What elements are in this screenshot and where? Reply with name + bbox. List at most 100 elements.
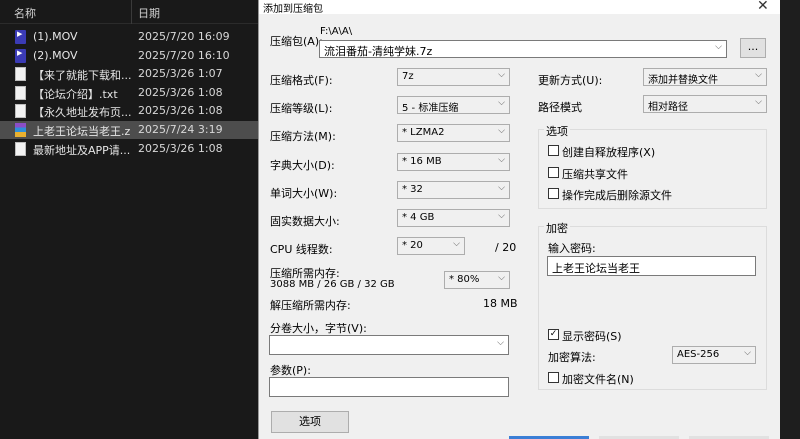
title-bar: 添加到压缩包 ✕ (259, 0, 781, 15)
chevron-down-icon: ⌵ (498, 155, 505, 165)
file-date: 2025/3/26 1:08 (138, 104, 223, 118)
file-row[interactable]: (2).MOV 2025/7/20 16:10 (0, 47, 258, 65)
mov-file-icon (15, 30, 26, 44)
file-name: 【论坛介绍】.txt (33, 87, 118, 101)
column-name-header[interactable]: 名称 (14, 5, 36, 21)
format-value: 7z (402, 71, 414, 82)
chevron-down-icon: ⌵ (498, 126, 505, 136)
browse-button[interactable]: ... (740, 38, 766, 58)
dict-value: * 16 MB (402, 156, 442, 167)
chevron-down-icon: ⌵ (498, 211, 505, 221)
shared-checkbox[interactable] (548, 167, 559, 178)
text-file-icon (15, 85, 26, 100)
file-row[interactable]: 【来了就能下载和... 2025/3/26 1:07 (0, 65, 258, 83)
chevron-down-icon: ⌵ (498, 273, 505, 283)
file-date: 2025/3/26 1:08 (138, 85, 223, 99)
word-select[interactable]: * 32 ⌵ (397, 181, 510, 199)
encryption-group-title: 加密 (544, 220, 570, 236)
chevron-down-icon[interactable]: ⌵ (715, 42, 722, 52)
encrypt-names-checkbox[interactable] (548, 372, 559, 383)
level-label: 压缩等级(L): (270, 102, 333, 115)
archive-label: 压缩包(A): (270, 35, 323, 48)
threads-value: * 20 (402, 240, 423, 251)
password-label: 输入密码: (548, 242, 596, 255)
options-button[interactable]: 选项 (271, 411, 349, 433)
mem-comp-detail: 3088 MB / 26 GB / 32 GB (270, 279, 395, 290)
update-mode-select[interactable]: 添加并替换文件 ⌵ (643, 68, 767, 86)
show-password-checkbox[interactable]: ✓ (548, 329, 559, 340)
mov-file-icon (15, 48, 26, 63)
file-name: 最新地址及APP请... (33, 143, 131, 157)
column-separator[interactable] (131, 0, 132, 24)
solid-select[interactable]: * 4 GB ⌵ (397, 209, 510, 227)
mem-decomp-label: 解压缩所需内存: (270, 299, 351, 312)
file-row[interactable]: (1).MOV 2025/7/20 16:09 (0, 28, 258, 46)
sfx-checkbox[interactable] (548, 145, 559, 156)
word-value: * 32 (402, 184, 423, 195)
file-row[interactable]: 【永久地址发布页... 2025/3/26 1:08 (0, 102, 258, 120)
file-date: 2025/7/24 3:19 (138, 123, 223, 136)
mem-percent-value: * 80% (449, 274, 480, 285)
chevron-down-icon: ⌵ (498, 183, 505, 193)
file-row[interactable]: 最新地址及APP请... 2025/3/26 1:08 (0, 140, 258, 158)
archive-path: F:\A\A\ (320, 26, 353, 37)
format-select[interactable]: 7z ⌵ (397, 68, 510, 86)
password-input[interactable]: 上老王论坛当老王 (547, 256, 756, 276)
threads-select[interactable]: * 20 ⌵ (397, 237, 465, 255)
delete-source-label: 操作完成后删除源文件 (562, 189, 672, 202)
file-name: (2).MOV (33, 48, 78, 62)
sfx-label: 创建自释放程序(X) (562, 146, 656, 159)
threads-total: / 20 (495, 241, 517, 254)
background-window (780, 0, 800, 439)
file-name: 上老王论坛当老王.z... (33, 125, 131, 138)
options-group-title: 选项 (544, 123, 570, 139)
dialog-title: 添加到压缩包 (263, 4, 323, 15)
params-label: 参数(P): (270, 364, 311, 377)
close-icon[interactable]: ✕ (757, 0, 769, 14)
dict-label: 字典大小(D): (270, 159, 335, 172)
password-value: 上老王论坛当老王 (552, 262, 640, 275)
path-mode-label: 路径模式 (538, 101, 582, 114)
chevron-down-icon: ⌵ (755, 70, 762, 80)
file-row[interactable]: 上老王论坛当老王.z... 2025/7/24 3:19 (0, 121, 258, 139)
delete-source-checkbox[interactable] (548, 188, 559, 199)
params-input[interactable] (269, 377, 509, 397)
mem-percent-select[interactable]: * 80% ⌵ (444, 271, 510, 289)
file-row[interactable]: 【论坛介绍】.txt 2025/3/26 1:08 (0, 84, 258, 102)
column-date-header[interactable]: 日期 (138, 5, 160, 21)
file-list-header: 名称 日期 (0, 0, 258, 24)
shared-label: 压缩共享文件 (562, 168, 628, 181)
dict-select[interactable]: * 16 MB ⌵ (397, 153, 510, 171)
chevron-down-icon: ⌵ (744, 348, 751, 358)
chevron-down-icon: ⌵ (453, 239, 460, 249)
method-label: 压缩方法(M): (270, 130, 336, 143)
chevron-down-icon: ⌵ (498, 98, 505, 108)
update-mode-value: 添加并替换文件 (648, 75, 718, 86)
text-file-icon (15, 67, 26, 82)
path-mode-value: 相对路径 (648, 102, 688, 113)
archive-name-combo[interactable]: 流泪番茄-清纯学妹.7z ⌵ (319, 40, 727, 58)
file-date: 2025/3/26 1:07 (138, 67, 223, 81)
split-label: 分卷大小，字节(V): (270, 322, 367, 335)
threads-label: CPU 线程数: (270, 243, 333, 256)
archive-file-icon (15, 123, 26, 137)
split-size-combo[interactable]: ⌵ (269, 335, 509, 355)
method-select[interactable]: * LZMA2 ⌵ (397, 124, 510, 142)
enc-method-label: 加密算法: (548, 351, 596, 364)
text-file-icon (15, 104, 26, 119)
path-mode-select[interactable]: 相对路径 ⌵ (643, 95, 767, 113)
archive-name-value: 流泪番茄-清纯学妹.7z (324, 45, 433, 58)
level-select[interactable]: 5 - 标准压缩 ⌵ (397, 96, 510, 114)
chevron-down-icon[interactable]: ⌵ (497, 338, 504, 348)
word-label: 单词大小(W): (270, 187, 338, 200)
encrypt-names-label: 加密文件名(N) (562, 373, 634, 386)
file-date: 2025/7/20 16:10 (138, 48, 230, 62)
format-label: 压缩格式(F): (270, 74, 333, 87)
file-date: 2025/7/20 16:09 (138, 30, 230, 43)
level-value: 5 - 标准压缩 (402, 103, 459, 114)
text-file-icon (15, 141, 26, 156)
solid-value: * 4 GB (402, 212, 435, 223)
file-explorer-panel: 名称 日期 (1).MOV 2025/7/20 16:09 (2).MOV 2025/… (0, 0, 258, 439)
file-name: (1).MOV (33, 30, 78, 43)
enc-method-select[interactable]: AES-256 ⌵ (672, 346, 756, 364)
